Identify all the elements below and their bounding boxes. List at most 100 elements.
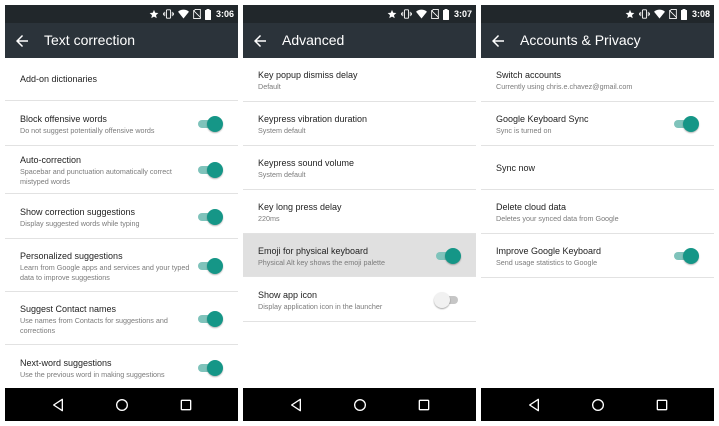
app-bar: Advanced <box>243 23 476 58</box>
settings-item[interactable]: Google Keyboard Sync Sync is turned on <box>481 102 714 146</box>
settings-item-summary: 220ms <box>258 214 280 223</box>
status-bar: 3:07 <box>243 5 476 23</box>
battery-icon <box>442 8 449 20</box>
settings-item-summary: System default <box>258 170 306 179</box>
settings-item-summary: Display suggested words while typing <box>20 219 140 228</box>
settings-list: Key popup dismiss delay Default Keypress v… <box>243 58 476 322</box>
settings-item-summary: Send usage statistics to Google <box>496 258 598 267</box>
settings-item-summary: Sync is turned on <box>496 126 552 135</box>
nav-back-icon[interactable] <box>51 397 67 413</box>
toggle-knob <box>207 162 223 178</box>
settings-item-title: Next-word suggestions <box>20 358 112 368</box>
toggle-switch[interactable] <box>436 248 461 264</box>
toggle-knob <box>207 258 223 274</box>
settings-item-title: Auto-correction <box>20 155 82 165</box>
arrow-back-icon[interactable] <box>489 32 507 50</box>
settings-item-summary: Spacebar and punctuation automatically c… <box>20 167 172 186</box>
toggle-switch[interactable] <box>198 360 223 376</box>
no-sim-icon <box>430 9 439 19</box>
star-icon <box>149 9 159 19</box>
nav-back-icon[interactable] <box>289 397 305 413</box>
battery-icon <box>204 8 211 20</box>
navigation-bar <box>243 388 476 421</box>
settings-item[interactable]: Auto-correction Spacebar and punctuation … <box>5 146 238 194</box>
settings-item[interactable]: Add-on dictionaries <box>5 58 238 101</box>
navigation-bar <box>5 388 238 421</box>
settings-item-summary: Default <box>258 82 281 91</box>
phone-screen-text-correction: 3:06 Text correction Add-on dictionaries Bl… <box>5 5 238 421</box>
toggle-switch[interactable] <box>198 162 223 178</box>
status-time: 3:07 <box>453 9 472 19</box>
page-title: Text correction <box>44 32 136 48</box>
star-icon <box>625 9 635 19</box>
phone-screen-accounts-privacy: 3:08 Accounts & Privacy Switch accounts Cur… <box>481 5 714 421</box>
wifi-icon <box>416 9 427 19</box>
nav-home-icon[interactable] <box>352 397 368 413</box>
star-icon <box>387 9 397 19</box>
status-icons: 3:06 <box>149 7 234 21</box>
settings-item[interactable]: Sync now <box>481 146 714 190</box>
nav-recent-icon[interactable] <box>178 397 194 413</box>
settings-item[interactable]: Block offensive words Do not suggest pote… <box>5 101 238 146</box>
settings-item[interactable]: Key popup dismiss delay Default <box>243 58 476 102</box>
settings-item[interactable]: Show app icon Display application icon in… <box>243 277 476 322</box>
arrow-back-icon[interactable] <box>251 32 269 50</box>
settings-item-summary: Currently using chris.e.chavez@gmail.com <box>496 82 633 91</box>
navigation-bar <box>481 388 714 421</box>
settings-item-title: Show app icon <box>258 290 318 300</box>
settings-item-summary: Deletes your synced data from Google <box>496 214 619 223</box>
settings-item-summary: Display application icon in the launcher <box>258 302 383 311</box>
settings-item-title: Google Keyboard Sync <box>496 114 589 124</box>
settings-item-title: Delete cloud data <box>496 202 567 212</box>
settings-item-title: Improve Google Keyboard <box>496 246 602 256</box>
settings-item-summary: Learn from Google apps and services and … <box>20 263 190 282</box>
toggle-switch[interactable] <box>198 258 223 274</box>
settings-item[interactable]: Next-word suggestions Use the previous wo… <box>5 345 238 390</box>
toggle-switch[interactable] <box>434 292 458 308</box>
toggle-knob <box>683 116 699 132</box>
nav-home-icon[interactable] <box>114 397 130 413</box>
toggle-switch[interactable] <box>198 209 223 225</box>
nav-recent-icon[interactable] <box>416 397 432 413</box>
toggle-knob <box>207 209 223 225</box>
toggle-switch[interactable] <box>198 116 223 132</box>
settings-item[interactable]: Keypress sound volume System default <box>243 146 476 190</box>
settings-item-title: Key long press delay <box>258 202 342 212</box>
settings-item-title: Add-on dictionaries <box>20 74 98 84</box>
wifi-icon <box>654 9 665 19</box>
settings-item-summary: System default <box>258 126 306 135</box>
toggle-switch[interactable] <box>674 116 699 132</box>
settings-item-title: Show correction suggestions <box>20 207 136 217</box>
wifi-icon <box>178 9 189 19</box>
toggle-knob <box>207 360 223 376</box>
settings-item[interactable]: Improve Google Keyboard Send usage statis… <box>481 234 714 278</box>
settings-item-title: Personalized suggestions <box>20 251 123 261</box>
toggle-switch[interactable] <box>674 248 699 264</box>
settings-item-summary: Use the previous word in making suggesti… <box>20 370 165 379</box>
toggle-switch[interactable] <box>198 311 223 327</box>
nav-back-icon[interactable] <box>527 397 543 413</box>
settings-item-title: Suggest Contact names <box>20 304 117 314</box>
settings-item-title: Switch accounts <box>496 70 562 80</box>
vibrate-icon <box>401 9 412 19</box>
settings-item[interactable]: Switch accounts Currently using chris.e.c… <box>481 58 714 102</box>
settings-item-title: Sync now <box>496 163 536 173</box>
settings-item[interactable]: Key long press delay 220ms <box>243 190 476 234</box>
battery-icon <box>680 8 687 20</box>
settings-item[interactable]: Personalized suggestions Learn from Googl… <box>5 239 238 292</box>
vibrate-icon <box>163 9 174 19</box>
settings-item[interactable]: Emoji for physical keyboard Physical Alt … <box>243 234 476 277</box>
toggle-knob <box>207 116 223 132</box>
settings-item-summary: Use names from Contacts for suggestions … <box>20 316 168 335</box>
settings-item[interactable]: Keypress vibration duration System defaul… <box>243 102 476 146</box>
nav-home-icon[interactable] <box>590 397 606 413</box>
settings-item[interactable]: Show correction suggestions Display sugge… <box>5 194 238 239</box>
arrow-back-icon[interactable] <box>13 32 31 50</box>
settings-item[interactable]: Suggest Contact names Use names from Cont… <box>5 292 238 345</box>
settings-item-title: Key popup dismiss delay <box>258 70 358 80</box>
settings-item[interactable]: Delete cloud data Deletes your synced dat… <box>481 190 714 234</box>
settings-item-title: Keypress sound volume <box>258 158 355 168</box>
status-icons: 3:08 <box>625 7 710 21</box>
nav-recent-icon[interactable] <box>654 397 670 413</box>
status-time: 3:08 <box>691 9 710 19</box>
